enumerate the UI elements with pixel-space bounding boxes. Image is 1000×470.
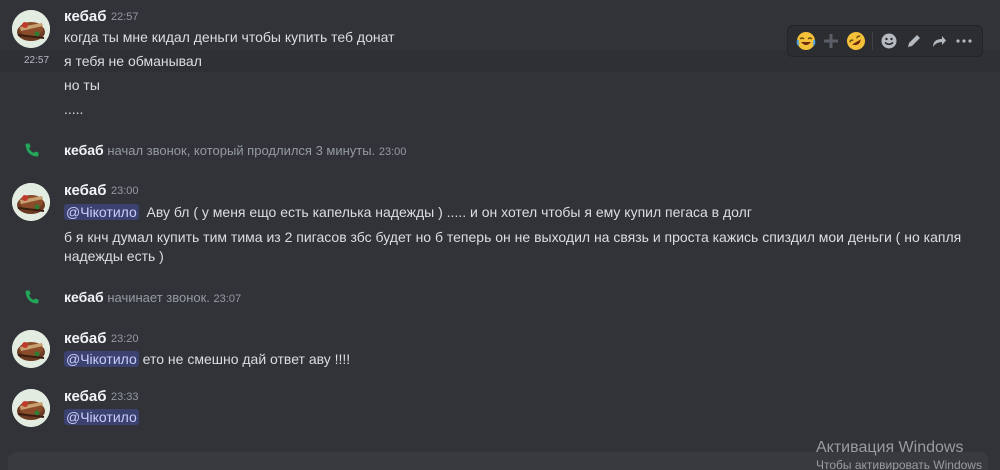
user-mention[interactable]: @Чікотило (64, 351, 139, 367)
message-text-content: ето не смешно дай ответ аву !!!! (142, 351, 351, 367)
user-mention[interactable]: @Чікотило (64, 204, 139, 220)
message-actions-toolbar (787, 25, 983, 57)
system-text: начал звонок, который продлился 3 минуты… (107, 143, 376, 158)
kebab-avatar-image (12, 330, 50, 368)
message-timestamp: 23:33 (111, 391, 139, 403)
message-text: но ты (64, 77, 100, 93)
message-author[interactable]: кебаб (64, 388, 107, 406)
message-timestamp: 22:57 (111, 11, 139, 23)
kebab-avatar-image (12, 183, 50, 221)
phone-call-icon (24, 289, 40, 305)
system-author[interactable]: кебаб (64, 289, 104, 305)
system-author[interactable]: кебаб (64, 142, 104, 158)
toolbar-separator (872, 32, 873, 50)
system-timestamp: 23:07 (213, 293, 242, 305)
message-text: @Чікотило ето не смешно дай ответ аву !!… (64, 349, 350, 369)
message-text: @Чікотило (64, 407, 139, 427)
kebab-avatar-image (12, 389, 50, 427)
plus-icon[interactable] (819, 28, 842, 54)
message-text: надежды есть ) (64, 248, 164, 264)
message-author[interactable]: кебаб (64, 330, 107, 348)
user-mention[interactable]: @Чікотило (64, 409, 139, 425)
windows-activation-subtitle: Чтобы активировать Windows (816, 458, 982, 470)
avatar[interactable] (12, 330, 50, 368)
forward-icon[interactable] (928, 28, 951, 54)
message-author[interactable]: кебаб (64, 182, 107, 200)
edit-icon[interactable] (903, 28, 926, 54)
message-text: @Чікотило Аву бл ( у меня ещо есть капел… (64, 202, 752, 222)
phone-call-icon (24, 142, 40, 158)
message-text: ..... (64, 101, 84, 117)
windows-activation-title: Активация Windows (816, 439, 964, 456)
kebab-avatar-image (12, 10, 50, 48)
message-timestamp: 23:20 (111, 333, 139, 345)
add-reaction-icon[interactable] (878, 28, 901, 54)
rofl-emoji-icon[interactable] (844, 28, 867, 54)
system-message: кебаб начинает звонок. 23:07 (64, 288, 241, 308)
message-text-content: Аву бл ( у меня ещо есть капелька надежд… (146, 204, 752, 220)
message-text: я тебя не обманывал (64, 53, 202, 69)
message-author[interactable]: кебаб (64, 8, 107, 26)
avatar[interactable] (12, 183, 50, 221)
avatar[interactable] (12, 389, 50, 427)
message-timestamp: 23:00 (111, 185, 139, 197)
joy-emoji-icon[interactable] (794, 28, 817, 54)
more-icon[interactable] (953, 28, 976, 54)
hover-timestamp: 22:57 (24, 55, 50, 66)
avatar[interactable] (12, 10, 50, 48)
message-text: б я кнч думал купить тим тима из 2 пигас… (64, 229, 962, 245)
system-timestamp: 23:00 (378, 146, 407, 158)
message-text: когда ты мне кидал деньги чтобы купить т… (64, 29, 395, 45)
system-text: начинает звонок. (107, 290, 210, 305)
system-message: кебаб начал звонок, который продлился 3 … (64, 141, 406, 161)
